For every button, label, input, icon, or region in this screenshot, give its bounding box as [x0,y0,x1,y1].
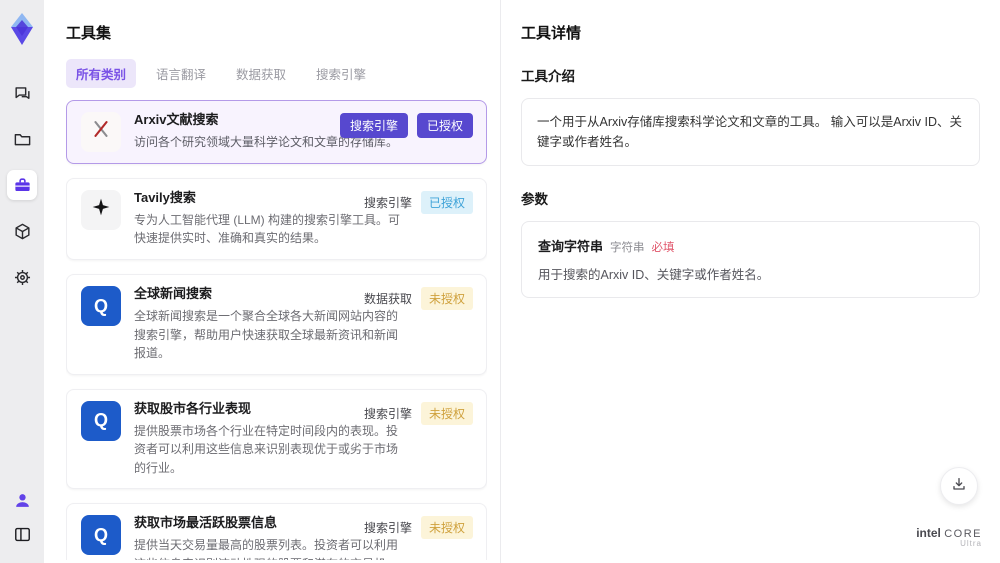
download-button[interactable] [940,467,978,505]
param-type: 字符串 [610,242,645,254]
category-tabs: 所有类别 语言翻译 数据获取 搜索引擎 [66,59,500,88]
params-heading: 参数 [521,192,548,207]
app-window: 工具集 所有类别 语言翻译 数据获取 搜索引擎 Arxiv文献搜索 访问各个研究… [0,0,1000,563]
tool-auth-badge: 未授权 [420,401,473,425]
ultra-wordmark: Ultra [960,539,982,549]
tool-icon: Q [81,286,121,327]
tool-auth-badge: 已授权 [416,113,473,138]
param-name: 查询字符串 [538,239,604,254]
intel-core-logo: intel CORE Ultra [916,526,982,549]
tool-badges: 搜索引擎 未授权 [363,516,473,540]
tool-card[interactable]: Arxiv文献搜索 访问各个研究领域大量科学论文和文章的存储库。 搜索引擎 已授… [66,100,487,164]
folder-icon [13,130,32,149]
gem-logo-icon [11,13,33,45]
param-item: 查询字符串 字符串 必填 用于搜索的Arxiv ID、关键字或作者姓名。 [538,236,963,283]
news-app-icon: Q [93,295,108,316]
tool-description: 提供当天交易量最高的股票列表。投资者可以利用这些信息来识别流动性强的股票和潜在的… [134,538,399,560]
param-required-badge: 必填 [651,242,675,254]
tool-description: 专为人工智能代理 (LLM) 构建的搜索引擎工具。可快速提供实时、准确和真实的结… [134,212,401,246]
param-head: 查询字符串 字符串 必填 [538,236,963,255]
intro-heading: 工具介绍 [521,69,575,84]
panel-icon [13,525,32,544]
news-app-icon: Q [93,410,108,431]
tool-details-panel: 工具详情 工具介绍 一个用于从Arxiv存储库搜索科学论文和文章的工具。 输入可… [500,0,1000,563]
sidebar-nav [7,78,37,292]
download-icon [951,476,967,497]
tool-description: 全球新闻搜索是一个聚合全球各大新闻网站内容的搜索引擎，帮助用户快速获取全球最新资… [134,308,399,361]
tool-category-badge: 搜索引擎 [363,196,412,210]
intro-text: 一个用于从Arxiv存储库搜索科学论文和文章的工具。 输入可以是Arxiv ID… [537,115,963,149]
sparkle-icon [91,197,111,223]
core-wordmark: CORE [944,528,982,541]
tool-auth-badge: 未授权 [420,516,473,540]
arxiv-icon [90,118,112,146]
settings-icon [13,268,32,287]
sidebar-item-files[interactable] [7,124,37,154]
param-description: 用于搜索的Arxiv ID、关键字或作者姓名。 [538,268,770,282]
tool-badges: 搜索引擎 已授权 [364,191,473,214]
tool-auth-badge: 未授权 [420,287,473,311]
tool-card[interactable]: Q 获取股市各行业表现 提供股票市场各个行业在特定时间段内的表现。投资者可以利用… [66,388,487,490]
tab-label: 所有类别 [76,68,127,82]
cube-icon [13,222,32,241]
tool-card[interactable]: Tavily搜索 专为人工智能代理 (LLM) 构建的搜索引擎工具。可快速提供实… [66,178,487,261]
sidebar-item-settings[interactable] [7,262,37,292]
app-logo[interactable] [5,10,39,48]
tool-icon: Q [81,515,121,556]
tool-list: Arxiv文献搜索 访问各个研究领域大量科学论文和文章的存储库。 搜索引擎 已授… [66,100,487,560]
tool-icon [81,190,121,230]
toolbox-icon [13,176,32,195]
news-app-icon: Q [93,524,108,545]
user-icon [13,491,32,510]
tool-badges: 搜索引擎 未授权 [363,401,473,425]
tool-card[interactable]: Q 获取市场最活跃股票信息 提供当天交易量最高的股票列表。投资者可以利用这些信息… [66,503,487,560]
tool-category-badge: 搜索引擎 [363,521,412,536]
category-tab[interactable]: 数据获取 [226,59,296,88]
tool-badges: 搜索引擎 已授权 [339,113,473,138]
category-tab[interactable]: 搜索引擎 [306,59,376,88]
category-tab[interactable]: 所有类别 [66,59,137,88]
tool-badges: 数据获取 未授权 [363,287,473,311]
tool-category-badge: 搜索引擎 [363,406,412,421]
tool-category-badge: 数据获取 [363,292,412,307]
sidebar-item-chat[interactable] [7,78,37,108]
tool-card[interactable]: Q 全球新闻搜索 全球新闻搜索是一个聚合全球各大新闻网站内容的搜索引擎，帮助用户… [66,274,487,375]
tab-label: 搜索引擎 [316,68,367,82]
intel-wordmark: intel [916,526,941,541]
tool-icon [81,112,121,152]
tool-category-badge: 搜索引擎 [339,113,408,138]
sidebar-item-packages[interactable] [7,216,37,246]
tool-list-panel: 工具集 所有类别 语言翻译 数据获取 搜索引擎 Arxiv文献搜索 访问各个研究… [44,0,500,563]
tool-icon: Q [81,400,121,441]
sidebar-bottom [7,485,37,549]
params-box: 查询字符串 字符串 必填 用于搜索的Arxiv ID、关键字或作者姓名。 [521,221,980,298]
tool-description: 提供股票市场各个行业在特定时间段内的表现。投资者可以利用这些信息来识别表现优于或… [134,423,399,475]
tab-label: 语言翻译 [156,68,207,82]
intro-box: 一个用于从Arxiv存储库搜索科学论文和文章的工具。 输入可以是Arxiv ID… [521,98,980,166]
category-tab[interactable]: 语言翻译 [146,59,216,88]
tab-label: 数据获取 [236,68,287,82]
chat-icon [13,84,32,103]
details-title: 工具详情 [521,25,582,42]
sidebar [0,0,44,563]
sidebar-item-toolbox[interactable] [7,170,37,200]
page-title: 工具集 [66,25,112,42]
tool-auth-badge: 已授权 [420,191,473,214]
sidebar-item-collapse[interactable] [7,519,37,549]
sidebar-item-account[interactable] [7,485,37,515]
